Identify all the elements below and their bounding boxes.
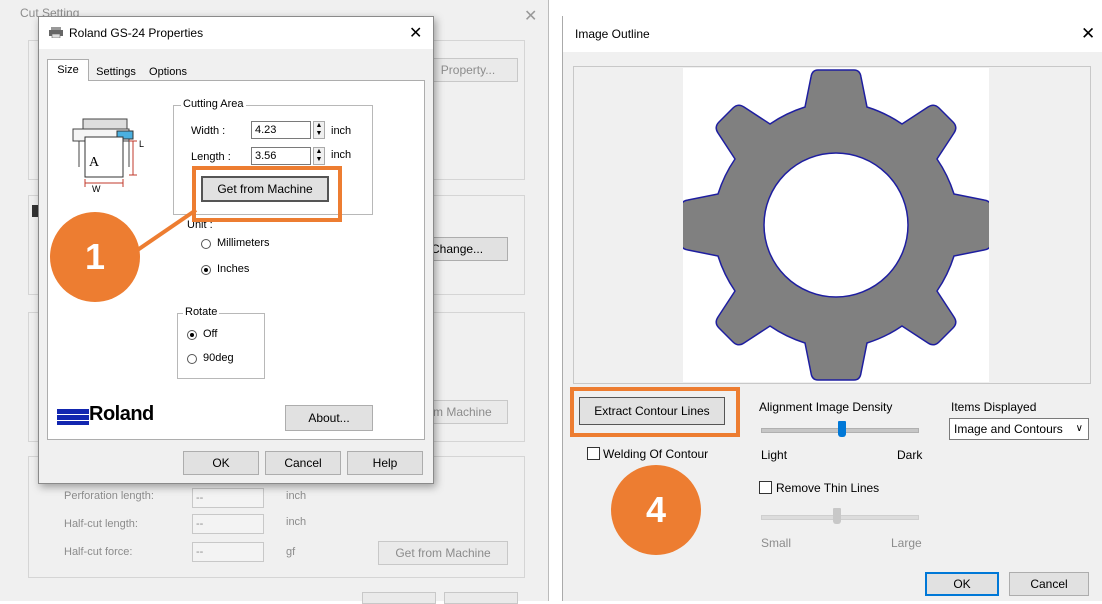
- remove-thin-lines-label: Remove Thin Lines: [776, 481, 880, 495]
- remove-thin-lines-checkbox[interactable]: [759, 481, 772, 494]
- cancel-button[interactable]: Cancel: [1009, 572, 1089, 596]
- ok-button[interactable]: OK: [925, 572, 999, 596]
- small-label: Small: [761, 536, 792, 550]
- tab-size[interactable]: Size: [47, 59, 89, 81]
- chevron-down-icon: ∨: [1075, 423, 1083, 434]
- welding-of-contour-label: Welding Of Contour: [603, 447, 709, 461]
- close-icon[interactable]: ✕: [1081, 24, 1095, 44]
- items-displayed-label: Items Displayed: [951, 400, 1037, 414]
- large-label: Large: [891, 536, 922, 550]
- thin-lines-slider-thumb[interactable]: [833, 508, 841, 524]
- light-label: Light: [761, 448, 788, 462]
- density-slider-thumb[interactable]: [838, 421, 846, 437]
- dark-label: Dark: [897, 448, 923, 462]
- alignment-density-label: Alignment Image Density: [759, 400, 893, 414]
- items-displayed-select[interactable]: Image and Contours ∨: [949, 418, 1089, 440]
- image-outline-title: Image Outline: [575, 27, 650, 41]
- step-4-badge: 4: [611, 465, 701, 555]
- step-1-badge: 1: [50, 212, 140, 302]
- welding-of-contour-checkbox[interactable]: [587, 447, 600, 460]
- preview-image: [680, 68, 992, 382]
- highlight-extract-contour: [570, 387, 740, 437]
